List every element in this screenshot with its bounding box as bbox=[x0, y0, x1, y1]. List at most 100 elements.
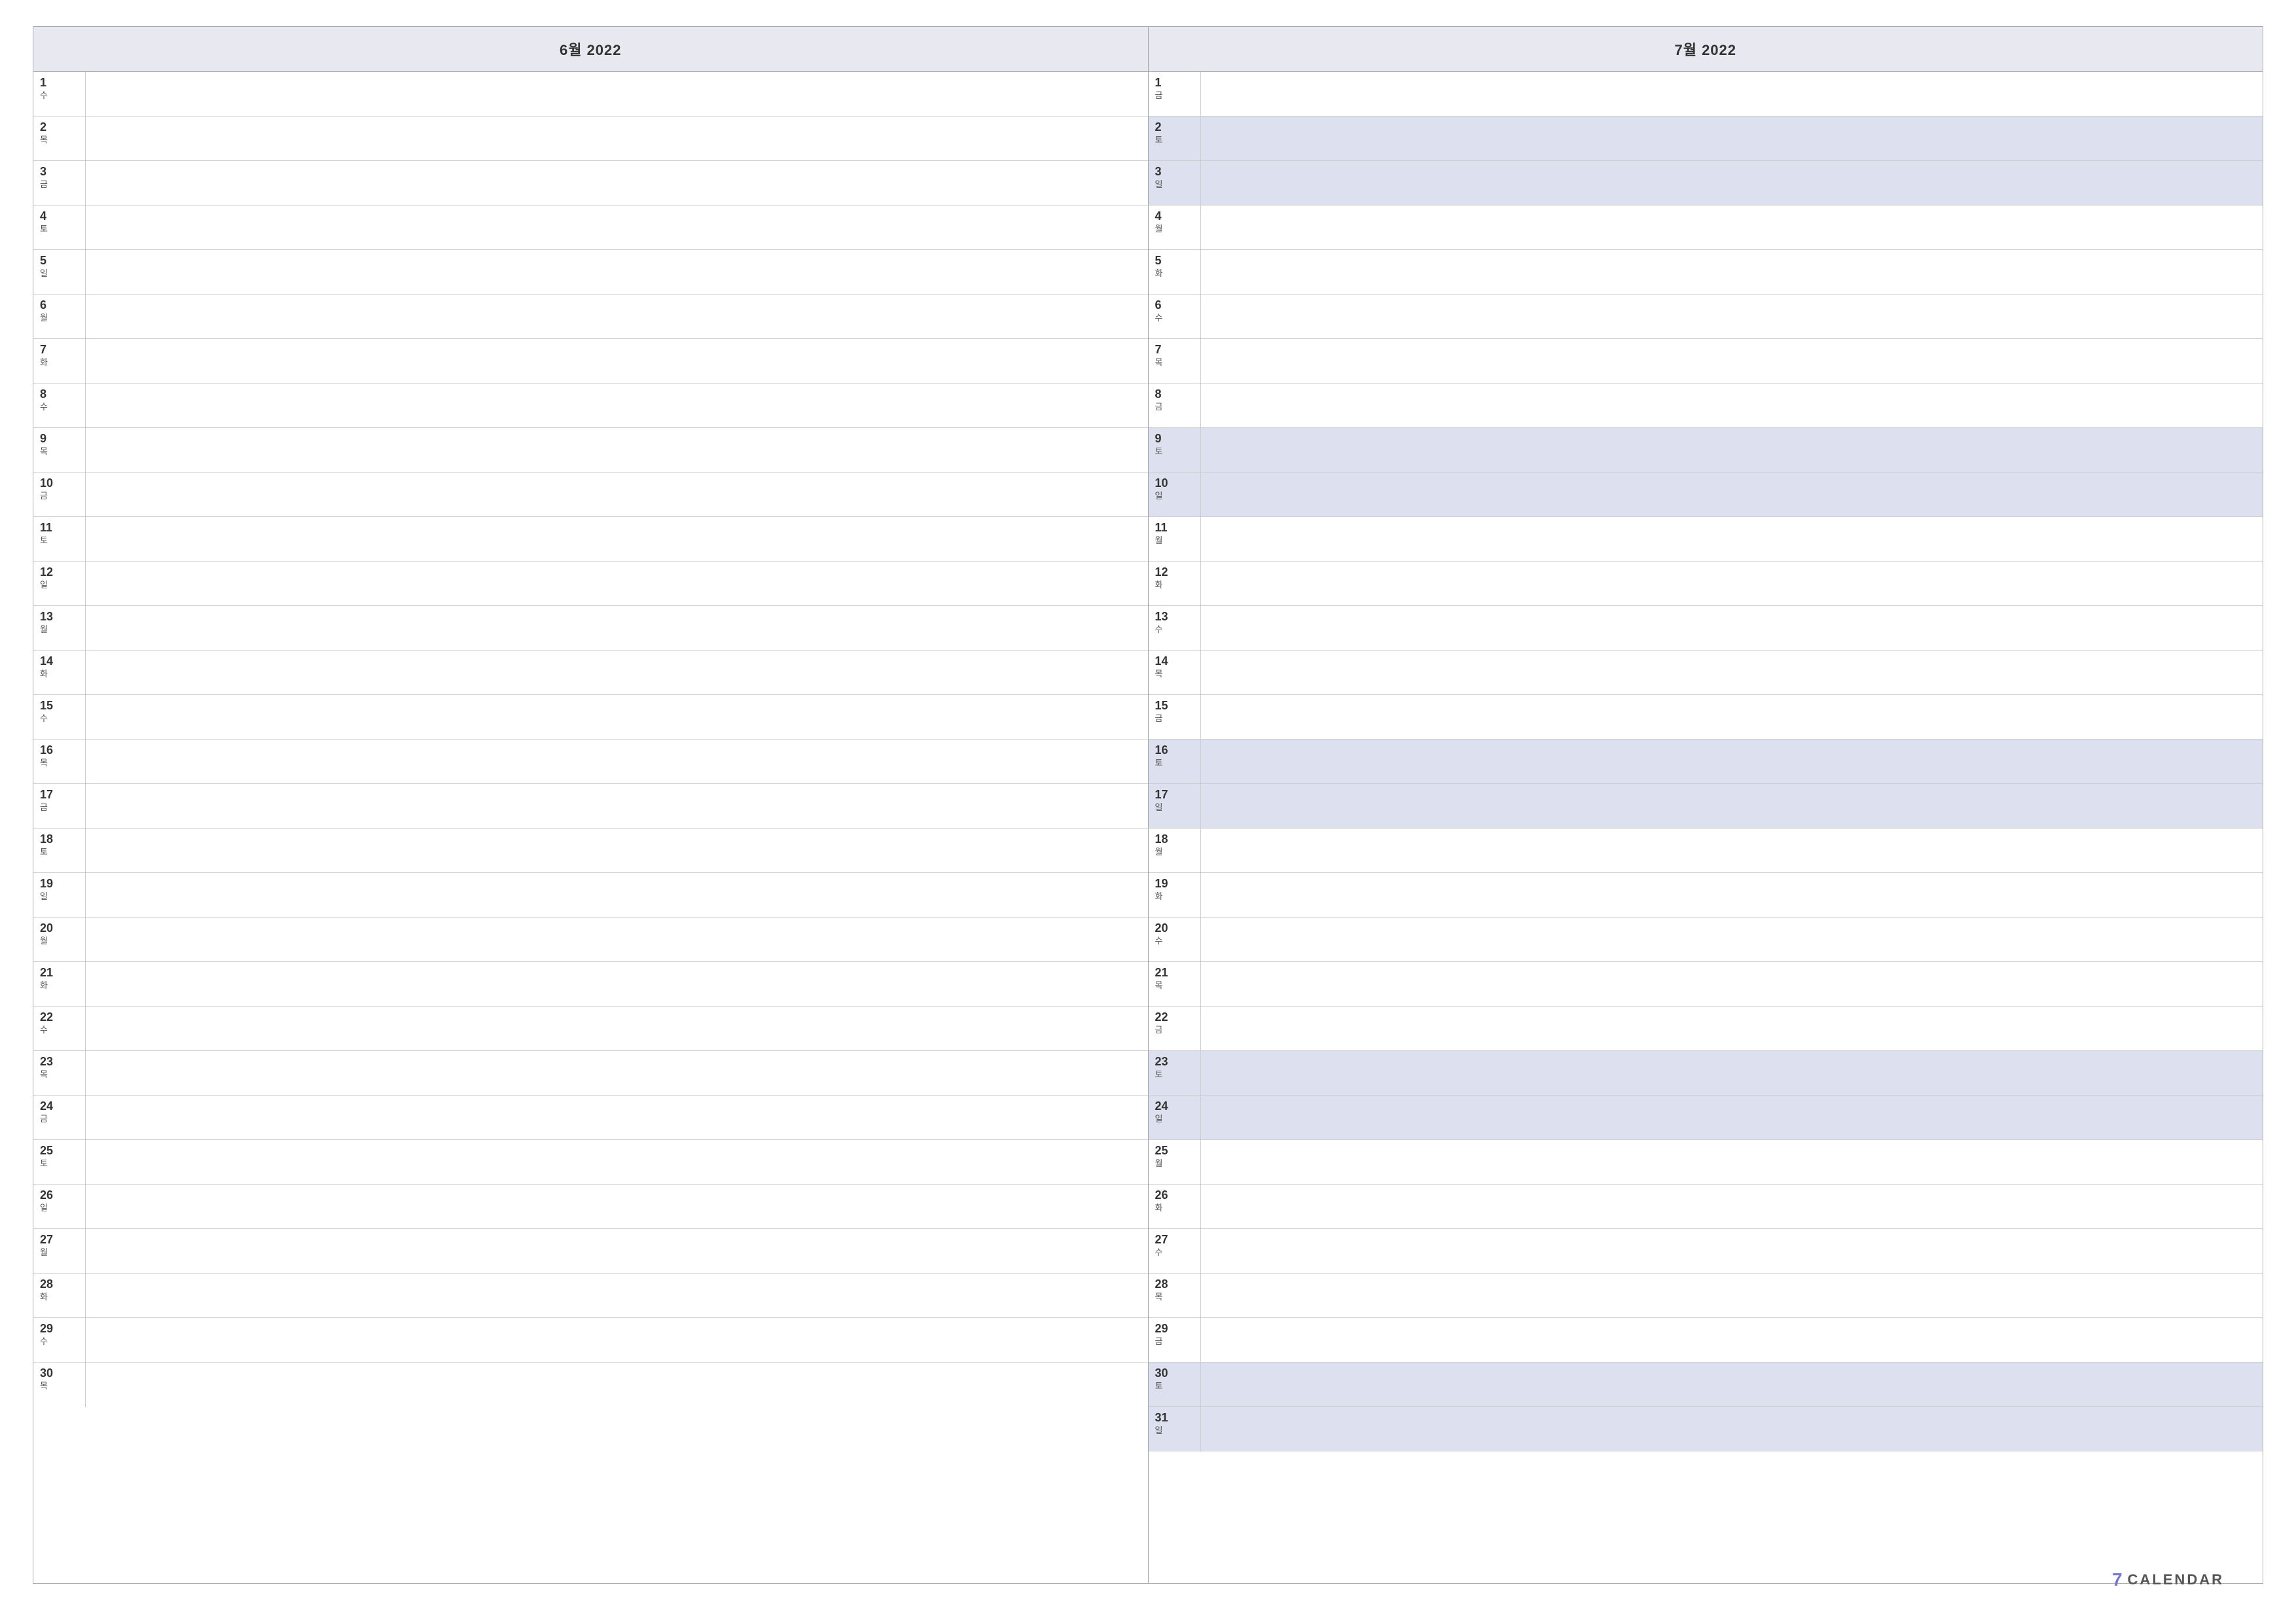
day-num: 17 bbox=[1155, 788, 1168, 802]
day-label: 목 bbox=[1155, 1292, 1163, 1302]
day-label: 수 bbox=[40, 1336, 48, 1347]
day-number-col: 13수 bbox=[1149, 606, 1201, 650]
day-row: 24일 bbox=[1149, 1096, 2263, 1140]
day-content bbox=[1201, 294, 2263, 338]
day-num: 10 bbox=[40, 476, 53, 491]
day-row: 20수 bbox=[1149, 918, 2263, 962]
day-label: 월 bbox=[1155, 847, 1163, 857]
day-content bbox=[1201, 116, 2263, 160]
day-content bbox=[86, 873, 1148, 917]
day-content bbox=[1201, 339, 2263, 383]
day-number-col: 26일 bbox=[33, 1185, 86, 1228]
day-label: 목 bbox=[40, 446, 48, 457]
day-label: 목 bbox=[1155, 669, 1163, 679]
day-row: 26일 bbox=[33, 1185, 1148, 1229]
days-container-june-2022: 1수2목3금4토5일6월7화8수9목10금11토12일13월14화15수16목1… bbox=[33, 72, 1148, 1583]
month-section-july-2022: 7월 20221금2토3일4월5화6수7목8금9토10일11월12화13수14목… bbox=[1149, 27, 2263, 1583]
day-row: 2목 bbox=[33, 116, 1148, 161]
day-num: 11 bbox=[1155, 521, 1168, 535]
day-content bbox=[1201, 161, 2263, 205]
day-content bbox=[1201, 1185, 2263, 1228]
day-number-col: 6수 bbox=[1149, 294, 1201, 338]
day-row: 20월 bbox=[33, 918, 1148, 962]
day-row: 11월 bbox=[1149, 517, 2263, 562]
day-row: 6수 bbox=[1149, 294, 2263, 339]
day-row: 17금 bbox=[33, 784, 1148, 829]
day-label: 금 bbox=[1155, 1025, 1163, 1035]
day-num: 2 bbox=[1155, 120, 1162, 135]
day-content bbox=[86, 1140, 1148, 1184]
day-label: 금 bbox=[40, 179, 48, 190]
day-content bbox=[86, 740, 1148, 783]
day-label: 수 bbox=[40, 713, 48, 724]
day-num: 18 bbox=[40, 832, 53, 847]
day-content bbox=[86, 473, 1148, 516]
day-content bbox=[86, 1185, 1148, 1228]
day-number-col: 19일 bbox=[33, 873, 86, 917]
day-num: 1 bbox=[1155, 76, 1162, 90]
day-content bbox=[86, 1051, 1148, 1095]
day-row: 2토 bbox=[1149, 116, 2263, 161]
day-number-col: 1수 bbox=[33, 72, 86, 116]
day-number-col: 27수 bbox=[1149, 1229, 1201, 1273]
day-number-col: 2토 bbox=[1149, 116, 1201, 160]
day-content bbox=[1201, 1007, 2263, 1050]
day-content bbox=[1201, 695, 2263, 739]
day-row: 19일 bbox=[33, 873, 1148, 918]
day-row: 23토 bbox=[1149, 1051, 2263, 1096]
day-row: 30토 bbox=[1149, 1363, 2263, 1407]
day-number-col: 2목 bbox=[33, 116, 86, 160]
day-label: 일 bbox=[1155, 802, 1163, 813]
day-content bbox=[86, 962, 1148, 1006]
day-num: 25 bbox=[1155, 1144, 1168, 1158]
day-label: 금 bbox=[40, 491, 48, 501]
day-row: 17일 bbox=[1149, 784, 2263, 829]
day-num: 10 bbox=[1155, 476, 1168, 491]
day-num: 3 bbox=[40, 165, 46, 179]
day-num: 27 bbox=[1155, 1233, 1168, 1247]
day-label: 토 bbox=[1155, 135, 1163, 145]
day-num: 14 bbox=[40, 654, 53, 669]
day-row: 4토 bbox=[33, 205, 1148, 250]
day-content bbox=[1201, 918, 2263, 961]
day-content bbox=[86, 606, 1148, 650]
day-content bbox=[1201, 428, 2263, 472]
day-content bbox=[86, 250, 1148, 294]
day-row: 21목 bbox=[1149, 962, 2263, 1007]
day-number-col: 24금 bbox=[33, 1096, 86, 1139]
day-row: 4월 bbox=[1149, 205, 2263, 250]
day-label: 화 bbox=[1155, 1203, 1163, 1213]
day-number-col: 25토 bbox=[33, 1140, 86, 1184]
day-label: 월 bbox=[40, 313, 48, 323]
day-label: 목 bbox=[40, 758, 48, 768]
day-num: 17 bbox=[40, 788, 53, 802]
day-number-col: 29수 bbox=[33, 1318, 86, 1362]
day-content bbox=[1201, 72, 2263, 116]
day-num: 30 bbox=[1155, 1366, 1168, 1381]
day-row: 14화 bbox=[33, 651, 1148, 695]
day-row: 27수 bbox=[1149, 1229, 2263, 1274]
day-number-col: 5일 bbox=[33, 250, 86, 294]
day-content bbox=[1201, 1274, 2263, 1317]
day-row: 19화 bbox=[1149, 873, 2263, 918]
day-row: 22금 bbox=[1149, 1007, 2263, 1051]
day-number-col: 5화 bbox=[1149, 250, 1201, 294]
day-number-col: 19화 bbox=[1149, 873, 1201, 917]
day-label: 일 bbox=[40, 1203, 48, 1213]
day-number-col: 11월 bbox=[1149, 517, 1201, 561]
day-label: 일 bbox=[1155, 1114, 1163, 1124]
day-label: 금 bbox=[40, 1114, 48, 1124]
day-num: 24 bbox=[40, 1099, 53, 1114]
brand-icon: 7 bbox=[2112, 1569, 2123, 1590]
footer-area: 7 CALENDAR bbox=[33, 1584, 2263, 1597]
day-label: 일 bbox=[40, 891, 48, 902]
day-content bbox=[1201, 1407, 2263, 1452]
day-number-col: 10일 bbox=[1149, 473, 1201, 516]
day-number-col: 16목 bbox=[33, 740, 86, 783]
day-number-col: 28화 bbox=[33, 1274, 86, 1317]
day-label: 월 bbox=[1155, 1158, 1163, 1169]
month-header-june-2022: 6월 2022 bbox=[33, 27, 1148, 72]
day-num: 2 bbox=[40, 120, 46, 135]
day-number-col: 15수 bbox=[33, 695, 86, 739]
day-content bbox=[86, 1096, 1148, 1139]
